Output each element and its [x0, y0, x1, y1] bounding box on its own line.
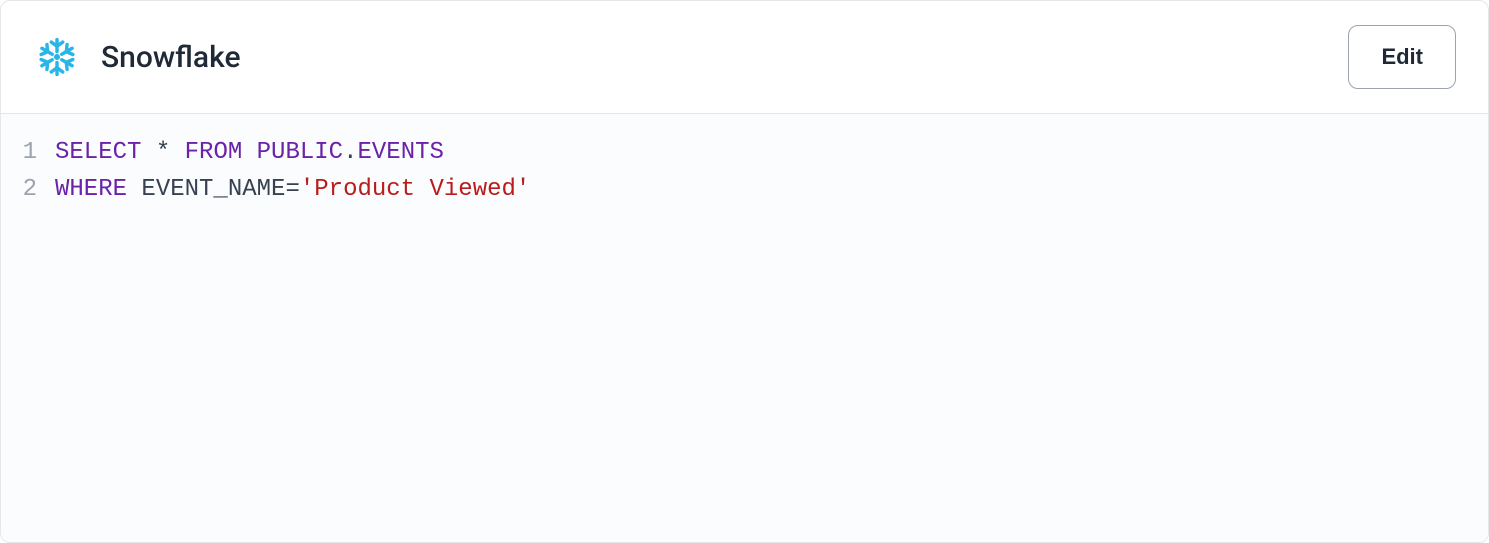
code-token: 'Product Viewed'	[300, 176, 530, 203]
code-token: *	[156, 139, 170, 166]
code-editor[interactable]: 1SELECT * FROM PUBLIC.EVENTS2WHERE EVENT…	[1, 114, 1488, 542]
code-token: .	[343, 139, 357, 166]
code-content: SELECT * FROM PUBLIC.EVENTS	[55, 134, 1488, 171]
line-number: 1	[1, 134, 55, 171]
code-token: FROM	[185, 139, 243, 166]
line-number: 2	[1, 171, 55, 208]
title-wrap: Snowflake	[33, 33, 241, 81]
code-content: WHERE EVENT_NAME='Product Viewed'	[55, 171, 1488, 208]
code-token: PUBLIC	[257, 139, 343, 166]
code-token	[127, 176, 141, 203]
code-token	[242, 139, 256, 166]
code-token: EVENTS	[357, 139, 443, 166]
code-token	[170, 139, 184, 166]
snowflake-icon	[33, 33, 81, 81]
code-line: 1SELECT * FROM PUBLIC.EVENTS	[1, 134, 1488, 171]
query-card: Snowflake Edit 1SELECT * FROM PUBLIC.EVE…	[0, 0, 1489, 543]
code-token: EVENT_NAME	[141, 176, 285, 203]
code-token: =	[285, 176, 299, 203]
card-title: Snowflake	[101, 40, 241, 75]
code-token: SELECT	[55, 139, 141, 166]
card-header: Snowflake Edit	[1, 1, 1488, 114]
code-token	[141, 139, 155, 166]
code-line: 2WHERE EVENT_NAME='Product Viewed'	[1, 171, 1488, 208]
code-token: WHERE	[55, 176, 127, 203]
edit-button[interactable]: Edit	[1348, 25, 1456, 89]
